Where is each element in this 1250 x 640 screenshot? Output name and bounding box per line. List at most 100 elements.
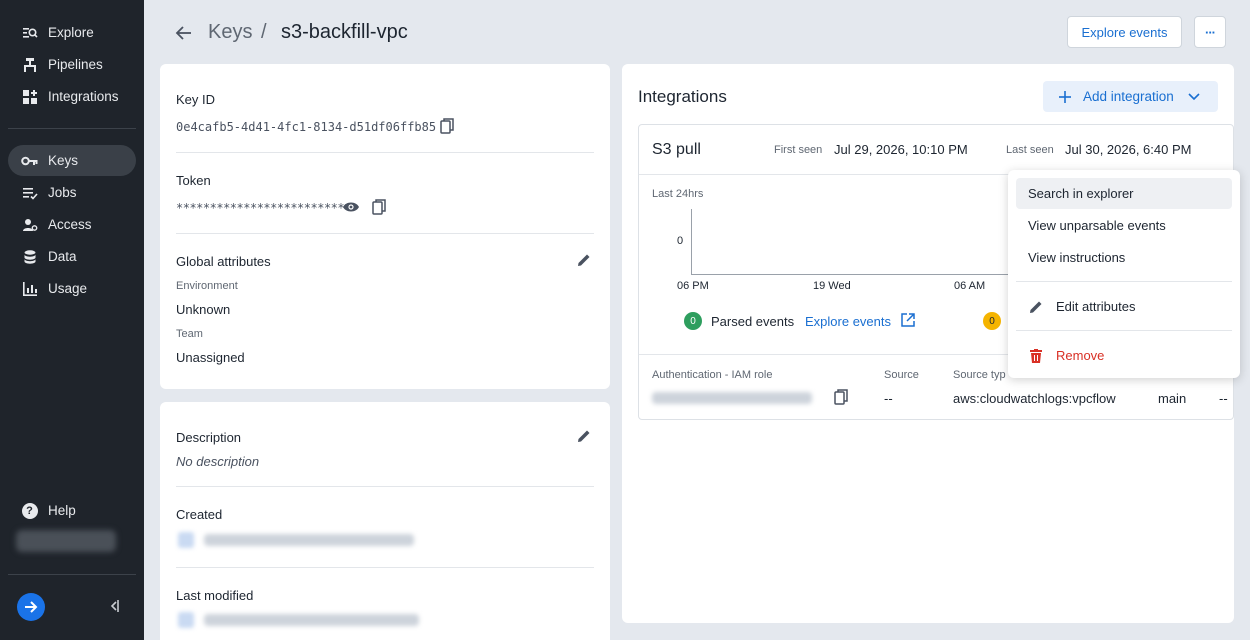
divider xyxy=(176,486,594,487)
explore-events-label: Explore events xyxy=(1081,24,1168,40)
menu-item-label: View instructions xyxy=(1028,250,1126,265)
token-label: Token xyxy=(176,173,211,188)
sidebar-item-integrations[interactable]: Integrations xyxy=(8,81,136,112)
first-seen-label: First seen xyxy=(774,144,823,156)
more-icon: ··· xyxy=(1205,24,1216,40)
pipelines-icon xyxy=(21,56,38,73)
key-details-card xyxy=(160,64,610,389)
trash-icon xyxy=(1028,348,1044,364)
menu-item-view-instructions[interactable]: View instructions xyxy=(1016,242,1232,273)
external-link-icon[interactable] xyxy=(900,312,916,328)
sidebar-item-label: Help xyxy=(48,503,76,518)
team-label: Team xyxy=(176,328,203,340)
menu-item-edit-attributes[interactable]: Edit attributes xyxy=(1016,291,1232,322)
integration-name: S3 pull xyxy=(652,141,701,158)
sidebar-item-access[interactable]: Access xyxy=(8,209,136,240)
last-seen-label: Last seen xyxy=(1006,144,1054,156)
copy-key-id-icon[interactable] xyxy=(439,117,455,135)
edit-description-pencil-icon[interactable] xyxy=(576,428,592,444)
index-value: main xyxy=(1158,391,1187,406)
jobs-icon xyxy=(21,184,38,201)
created-value-redacted xyxy=(204,534,414,546)
sidebar-item-label: Data xyxy=(48,249,77,264)
arrow-left-icon xyxy=(175,26,191,40)
last-seen-value: Jul 30, 2026, 6:40 PM xyxy=(1065,142,1192,157)
chart-y-tick: 0 xyxy=(677,235,684,247)
database-icon xyxy=(21,248,38,265)
explore-events-link[interactable]: Explore events xyxy=(805,314,891,329)
copy-iam-role-icon[interactable] xyxy=(833,388,849,406)
breadcrumb-keys[interactable]: Keys xyxy=(208,21,252,44)
first-seen-value: Jul 29, 2026, 10:10 PM xyxy=(834,142,968,157)
copy-token-icon[interactable] xyxy=(371,198,387,216)
menu-item-search-in-explorer[interactable]: Search in explorer xyxy=(1016,178,1232,209)
help-icon: ? xyxy=(21,502,38,519)
team-value: Unassigned xyxy=(176,350,245,365)
chart-x-tick: 06 PM xyxy=(677,280,709,292)
description-label: Description xyxy=(176,430,242,445)
edit-attributes-pencil-icon[interactable] xyxy=(576,252,592,268)
menu-item-label: Search in explorer xyxy=(1028,186,1134,201)
app-launcher-button[interactable] xyxy=(17,593,45,621)
collapse-left-icon xyxy=(110,600,119,612)
eye-icon[interactable] xyxy=(341,199,361,215)
sidebar-item-label: Pipelines xyxy=(48,57,103,72)
explore-events-button[interactable]: Explore events xyxy=(1067,16,1182,48)
back-button[interactable] xyxy=(174,23,194,43)
collapse-sidebar-button[interactable] xyxy=(106,598,122,614)
sidebar-item-usage[interactable]: Usage xyxy=(8,273,136,304)
global-attributes-label: Global attributes xyxy=(176,254,271,269)
sidebar-item-jobs[interactable]: Jobs xyxy=(8,177,136,208)
menu-item-label: View unparsable events xyxy=(1028,218,1166,233)
source-type-value: aws:cloudwatchlogs:vpcflow xyxy=(953,391,1116,406)
sidebar-item-explore[interactable]: Explore xyxy=(8,17,136,48)
more-actions-button[interactable]: ··· xyxy=(1194,16,1226,48)
menu-item-remove[interactable]: Remove xyxy=(1016,340,1232,371)
integration-actions-menu: Search in explorer View unparsable event… xyxy=(1008,170,1240,378)
last-modified-label: Last modified xyxy=(176,588,254,603)
source-type-label: Source typ xyxy=(953,369,1006,381)
source-value: -- xyxy=(884,391,893,406)
sidebar-item-label: Explore xyxy=(48,25,94,40)
chevron-down-icon xyxy=(1188,92,1200,100)
menu-item-view-unparsable-events[interactable]: View unparsable events xyxy=(1016,210,1232,241)
sidebar: Explore Pipelines Integrations Keys Jobs… xyxy=(0,0,144,640)
breadcrumb-separator: / xyxy=(261,21,267,43)
divider xyxy=(176,152,594,153)
user-profile-redacted[interactable] xyxy=(16,530,116,552)
sidebar-divider xyxy=(8,574,136,575)
chart-x-tick: 19 Wed xyxy=(813,280,851,292)
explore-icon xyxy=(21,24,38,41)
key-id-value: 0e4cafb5-4d41-4fc1-8134-d51df06ffb85 xyxy=(176,120,437,134)
bar-chart-icon xyxy=(21,280,38,297)
parsed-events-label: Parsed events xyxy=(711,314,795,329)
sidebar-item-data[interactable]: Data xyxy=(8,241,136,272)
key-id-label: Key ID xyxy=(176,92,216,107)
extra-value: -- xyxy=(1219,391,1228,406)
modified-by-avatar-redacted xyxy=(178,612,194,628)
token-value: ************************** xyxy=(176,201,351,215)
parsed-count-badge: 0 xyxy=(684,312,702,330)
integrations-icon xyxy=(21,88,38,105)
page-title: s3-backfill-vpc xyxy=(281,21,408,43)
arrow-right-icon xyxy=(25,601,38,613)
integrations-title: Integrations xyxy=(638,87,727,106)
created-by-avatar-redacted xyxy=(178,532,194,548)
environment-value: Unknown xyxy=(176,302,231,317)
add-integration-button[interactable]: Add integration xyxy=(1043,81,1218,112)
sidebar-item-label: Integrations xyxy=(48,89,119,104)
add-integration-label: Add integration xyxy=(1083,89,1174,104)
menu-divider xyxy=(1016,330,1232,331)
source-label: Source xyxy=(884,369,919,381)
divider xyxy=(176,233,594,234)
sidebar-item-help[interactable]: ? Help xyxy=(8,495,136,526)
sidebar-divider xyxy=(8,128,136,129)
sidebar-item-label: Keys xyxy=(48,153,79,168)
sidebar-item-keys[interactable]: Keys xyxy=(8,145,136,176)
sidebar-item-pipelines[interactable]: Pipelines xyxy=(8,49,136,80)
auth-label: Authentication - IAM role xyxy=(652,369,773,381)
menu-divider xyxy=(1016,281,1232,282)
pencil-icon xyxy=(1028,299,1044,315)
iam-role-redacted xyxy=(652,392,812,404)
menu-item-label: Edit attributes xyxy=(1056,299,1136,314)
